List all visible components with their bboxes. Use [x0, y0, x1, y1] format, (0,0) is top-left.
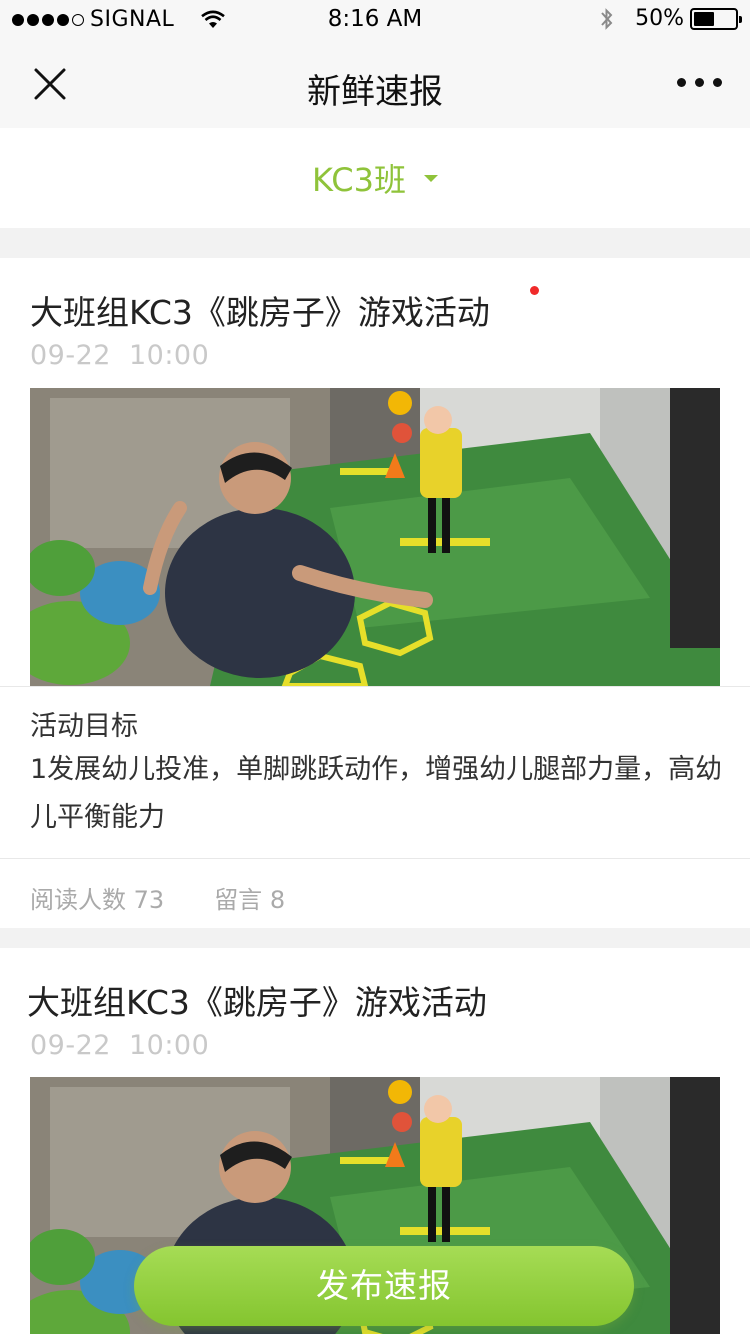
post-stats: 阅读人数 73 留言 8	[30, 880, 335, 915]
battery-icon	[690, 7, 742, 30]
battery-fill	[694, 11, 714, 26]
divider	[0, 858, 750, 859]
comment-count-label: 留言	[214, 886, 263, 914]
divider	[0, 686, 750, 687]
battery-percent: 50%	[635, 6, 684, 31]
read-count[interactable]: 阅读人数 73	[30, 880, 164, 915]
status-bar: SIGNAL 8:16 AM 50%	[0, 0, 750, 40]
post-title[interactable]: 大班组KC3《跳房子》游戏活动	[30, 286, 490, 334]
goal-heading: 活动目标	[30, 711, 138, 742]
post-date: 09-22	[30, 340, 111, 371]
section-gap	[0, 228, 750, 258]
post-time: 10:00	[128, 1030, 210, 1061]
status-right: 50%	[599, 6, 742, 31]
class-dropdown[interactable]: KC3班	[0, 128, 750, 228]
more-icon[interactable]	[677, 78, 722, 87]
post-photo[interactable]	[30, 388, 720, 686]
post-datetime: 09-22 10:00	[30, 1030, 209, 1061]
bluetooth-icon	[601, 7, 613, 30]
post-card[interactable]: 大班组KC3《跳房子》游戏活动 09-22 10:00	[0, 258, 750, 928]
goal-text: 1发展幼儿投准，单脚跳跃动作，增强幼儿腿部力量，高幼儿平衡能力	[30, 754, 723, 833]
caret-down-icon	[423, 174, 438, 182]
publish-button[interactable]: 发布速报	[134, 1246, 634, 1326]
comment-count-value: 8	[269, 886, 286, 914]
screen: SIGNAL 8:16 AM 50% 新鲜速报 KC3班 大班组KC3《跳房子》…	[0, 0, 750, 1334]
post-time: 10:00	[128, 340, 210, 371]
comment-count[interactable]: 留言 8	[214, 880, 285, 915]
post-title[interactable]: 大班组KC3《跳房子》游戏活动	[27, 976, 487, 1024]
post-datetime: 09-22 10:00	[30, 340, 209, 371]
section-gap	[0, 928, 750, 948]
unread-indicator	[530, 286, 539, 295]
read-count-value: 73	[133, 886, 165, 914]
page-title: 新鲜速报	[307, 72, 443, 112]
nav-bar: 新鲜速报	[0, 40, 750, 128]
read-count-label: 阅读人数	[30, 886, 126, 914]
class-dropdown-label: KC3班	[312, 161, 406, 199]
post-date: 09-22	[30, 1030, 111, 1061]
